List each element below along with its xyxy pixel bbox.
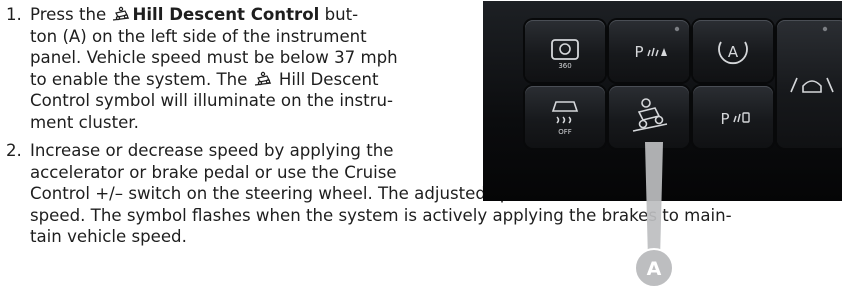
step-1-line-2: ton (A) on the left side of the instrume… xyxy=(30,26,367,46)
park-sense-rear-icon: P xyxy=(720,110,750,128)
step-1-number: 1. xyxy=(6,5,22,24)
step-1-line-4: to enable the system. The Hill Descent xyxy=(30,69,379,89)
hill-descent-icon xyxy=(112,6,130,22)
a-label: A xyxy=(728,43,739,61)
step-1-line-1: Press the Hill Descent Control but- xyxy=(30,5,359,24)
p-label: P xyxy=(634,43,643,61)
park-sense-front-icon: P xyxy=(634,26,680,61)
park-sense-front-button: P xyxy=(609,20,689,82)
step-2-line-5: tain vehicle speed. xyxy=(30,227,187,246)
park-sense-rear-button: P xyxy=(693,86,773,148)
lane-assist-button xyxy=(777,20,842,148)
callout-beam xyxy=(645,142,663,260)
traction-control-off-button: OFF xyxy=(525,86,605,148)
step-1-line-5: Control symbol will illuminate on the in… xyxy=(30,91,393,110)
hill-descent-icon xyxy=(254,71,272,87)
off-label: OFF xyxy=(558,128,572,136)
step-1-line-3: panel. Vehicle speed must be below 37 mp… xyxy=(30,48,398,67)
hill-descent-control-label: Hill Descent Control xyxy=(132,5,320,24)
360-camera-icon: 360 xyxy=(551,39,579,70)
lane-assist-icon xyxy=(790,26,834,93)
auto-stop-start-icon: A xyxy=(718,41,748,65)
360-label: 360 xyxy=(558,62,571,70)
step-2-line-2: accelerator or brake pedal or use the Cr… xyxy=(30,162,397,182)
auto-stop-start-button: A xyxy=(693,20,773,82)
step-2-number: 2. xyxy=(6,141,22,160)
step-2-line-4: speed. The symbol flashes when the syste… xyxy=(30,205,732,225)
callout-pointer: A xyxy=(634,142,674,288)
hill-descent-button-icon xyxy=(632,98,668,132)
step-2-line-1: Increase or decrease speed by applying t… xyxy=(30,141,394,160)
traction-control-off-icon: OFF xyxy=(551,101,579,136)
360-camera-button: 360 xyxy=(525,20,605,82)
hill-descent-control-button xyxy=(609,86,689,148)
callout-label: A xyxy=(647,258,662,280)
p-rear-label: P xyxy=(720,110,729,128)
step-1-line-6: ment cluster. xyxy=(30,112,139,132)
